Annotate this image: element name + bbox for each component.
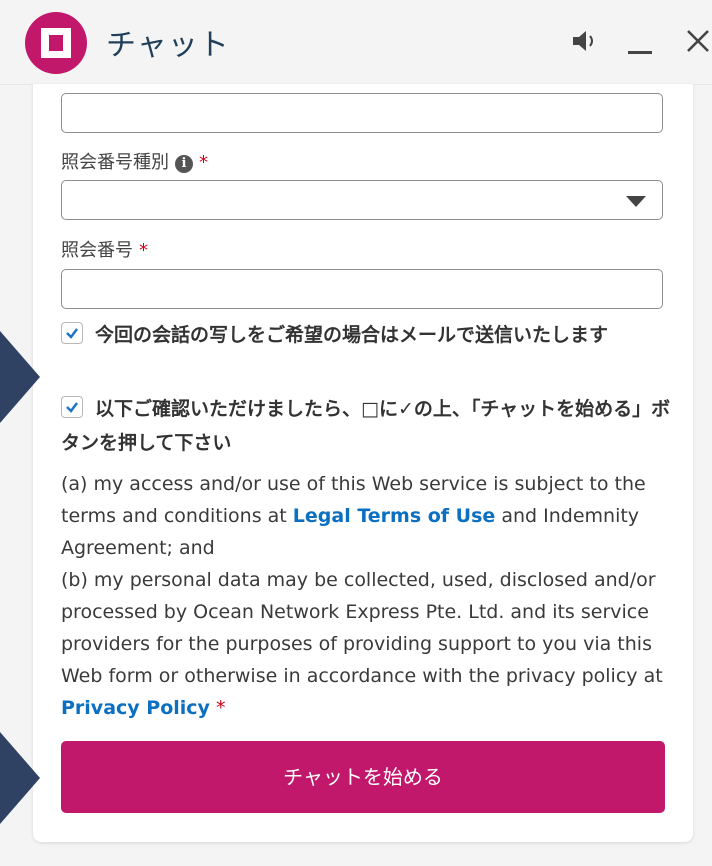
chevron-down-icon	[626, 196, 646, 207]
top-text-input[interactable]	[61, 93, 663, 133]
chat-title: チャット	[106, 28, 230, 63]
chat-header: チャット	[0, 0, 712, 85]
one-logo	[25, 12, 87, 74]
close-icon[interactable]	[684, 26, 712, 56]
required-mark: *	[199, 152, 208, 173]
speaker-icon[interactable]	[570, 26, 602, 56]
minimize-icon[interactable]	[625, 26, 655, 56]
pointer-arrow	[0, 732, 40, 824]
email-transcript-option: 今回の会話の写しをご希望の場合はメールで送信いたします	[61, 318, 671, 352]
reference-number-label: 照会番号 *	[61, 240, 148, 261]
required-mark: *	[139, 240, 148, 261]
required-mark: *	[215, 697, 226, 719]
checkmark-icon	[66, 328, 78, 339]
privacy-policy-link[interactable]: Privacy Policy	[61, 697, 210, 719]
legal-text: (a) my access and/or use of this Web ser…	[61, 473, 663, 719]
confirm-label: 以下ご確認いただけましたら、□に✓の上、「チャットを始める」ボタンを押して下さい	[61, 398, 671, 454]
start-chat-button[interactable]: チャットを始める	[61, 741, 665, 813]
reference-type-label: 照会番号種別 i *	[61, 152, 208, 173]
pointer-arrow	[0, 331, 40, 423]
email-transcript-checkbox[interactable]	[61, 322, 83, 344]
confirm-option: 以下ご確認いただけましたら、□に✓の上、「チャットを始める」ボタンを押して下さい	[61, 392, 671, 460]
confirm-checkbox[interactable]	[61, 396, 83, 418]
checkmark-icon	[66, 402, 78, 413]
legal-terms-link[interactable]: Legal Terms of Use	[293, 505, 496, 527]
info-icon[interactable]: i	[175, 155, 193, 173]
reference-type-select[interactable]	[61, 180, 663, 220]
chat-form-panel: 照会番号種別 i * 照会番号 * 今回の会話の写しをご希望の場合はメールで送信いたし…	[33, 84, 693, 842]
email-transcript-label: 今回の会話の写しをご希望の場合はメールで送信いたします	[95, 324, 609, 346]
reference-number-input[interactable]	[61, 269, 663, 309]
